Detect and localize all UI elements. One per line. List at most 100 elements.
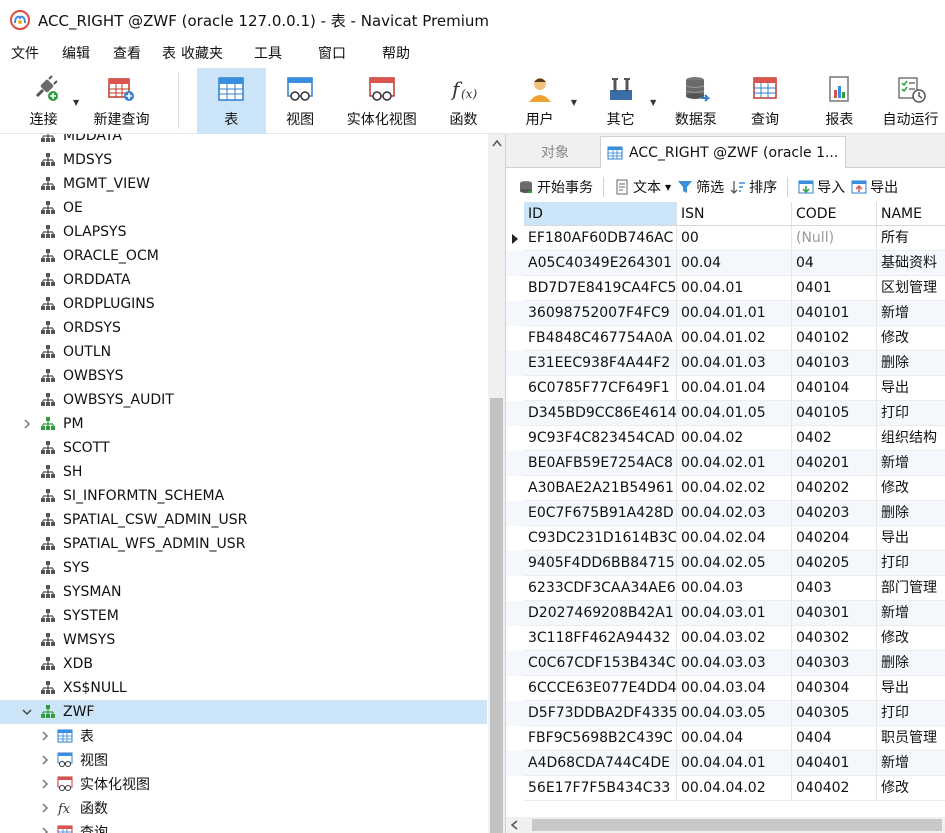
cell-code[interactable]: 0404 [792,726,877,751]
tree-item-schema[interactable]: OLAPSYS [0,220,487,244]
cell-name[interactable]: 部门管理 [877,576,945,601]
cell-id[interactable]: 3C118FF462A94432 [524,626,677,651]
cell-code[interactable]: 040401 [792,751,877,776]
row-indicator[interactable] [506,551,524,576]
menu-table[interactable]: 表 [152,40,181,68]
row-indicator[interactable] [506,776,524,801]
tree-item-schema[interactable]: SPATIAL_CSW_ADMIN_USR [0,508,487,532]
row-indicator[interactable] [506,451,524,476]
cell-code[interactable]: 040304 [792,676,877,701]
cell-name[interactable]: 删除 [877,501,945,526]
row-indicator[interactable] [506,426,524,451]
table-row[interactable]: A05C40349E264301 00.04 04 基础资料 [506,251,945,276]
tree-item-schema[interactable]: SPATIAL_WFS_ADMIN_USR [0,532,487,556]
cell-isn[interactable]: 00.04.04.01 [677,751,792,776]
table-row[interactable]: 6CCCE63E077E4DD4 00.04.03.04 040304 导出 [506,676,945,701]
tree-item-schema[interactable]: ORDDATA [0,268,487,292]
table-row[interactable]: A30BAE2A21B54961 00.04.02.02 040202 修改 [506,476,945,501]
new-query-button[interactable]: 新建查询 [83,68,160,134]
scrollbar-thumb[interactable] [532,819,942,831]
table-row[interactable]: 3C118FF462A94432 00.04.03.02 040302 修改 [506,626,945,651]
table-row[interactable]: 6C0785F77CF649F1 00.04.01.04 040104 导出 [506,376,945,401]
cell-code[interactable]: 040101 [792,301,877,326]
row-indicator[interactable] [506,676,524,701]
cell-id[interactable]: A30BAE2A21B54961 [524,476,677,501]
row-indicator[interactable] [506,701,524,726]
row-indicator[interactable] [506,251,524,276]
tree-item-schema[interactable]: OWBSYS [0,364,487,388]
row-indicator[interactable] [506,401,524,426]
cell-isn[interactable]: 00.04.02.05 [677,551,792,576]
tree-item-schema[interactable]: SYSMAN [0,580,487,604]
cell-code[interactable]: 040302 [792,626,877,651]
cell-code[interactable]: 040203 [792,501,877,526]
row-indicator[interactable] [506,501,524,526]
cell-isn[interactable]: 00.04.01 [677,276,792,301]
tree-item-schema[interactable]: MGMT_VIEW [0,172,487,196]
table-row[interactable]: D2027469208B42A1 00.04.03.01 040301 新增 [506,601,945,626]
table-row[interactable]: BD7D7E8419CA4FC5 00.04.01 0401 区划管理 [506,276,945,301]
cell-code[interactable]: 040402 [792,776,877,801]
table-row[interactable]: BE0AFB59E7254AC8 00.04.02.01 040201 新增 [506,451,945,476]
connect-dropdown-caret-icon[interactable]: ▼ [73,98,79,107]
cell-name[interactable]: 删除 [877,351,945,376]
chevron-right-icon[interactable] [38,801,52,815]
cell-id[interactable]: 9405F4DD6BB84715 [524,551,677,576]
tree-item-schema[interactable]: MDDATA [0,134,487,148]
column-header-id[interactable]: ID [524,202,677,226]
cell-id[interactable]: BD7D7E8419CA4FC5 [524,276,677,301]
report-button[interactable]: 报表 [811,68,868,134]
table-button[interactable]: 表 [196,68,266,134]
column-header-code[interactable]: CODE [792,202,877,226]
query-button[interactable]: 查询 [733,68,796,134]
row-indicator[interactable] [506,301,524,326]
cell-name[interactable]: 新增 [877,301,945,326]
chevron-right-icon[interactable] [20,417,34,431]
cell-isn[interactable]: 00.04.03 [677,576,792,601]
tree-item-schema[interactable]: WMSYS [0,628,487,652]
cell-name[interactable]: 删除 [877,651,945,676]
cell-isn[interactable]: 00.04.01.01 [677,301,792,326]
tree-item-schema[interactable]: OUTLN [0,340,487,364]
chevron-right-icon[interactable] [38,729,52,743]
cell-isn[interactable]: 00.04.04.02 [677,776,792,801]
row-indicator[interactable] [506,326,524,351]
cell-isn[interactable]: 00.04.03.01 [677,601,792,626]
table-row[interactable]: 9405F4DD6BB84715 00.04.02.05 040205 打印 [506,551,945,576]
cell-id[interactable]: D2027469208B42A1 [524,601,677,626]
cell-code[interactable]: 040104 [792,376,877,401]
cell-id[interactable]: BE0AFB59E7254AC8 [524,451,677,476]
cell-isn[interactable]: 00.04.03.05 [677,701,792,726]
row-indicator[interactable] [506,526,524,551]
cell-code[interactable]: 040303 [792,651,877,676]
table-row[interactable]: D5F73DDBA2DF4335 00.04.03.05 040305 打印 [506,701,945,726]
cell-isn[interactable]: 00.04.01.05 [677,401,792,426]
materialized-view-button[interactable]: 实体化视图 [341,68,423,134]
cell-isn[interactable]: 00.04.01.02 [677,326,792,351]
cell-isn[interactable]: 00.04.03.04 [677,676,792,701]
cell-isn[interactable]: 00.04.02.04 [677,526,792,551]
cell-code[interactable]: 0403 [792,576,877,601]
scroll-up-arrow-icon[interactable] [488,134,505,151]
cell-id[interactable]: D5F73DDBA2DF4335 [524,701,677,726]
cell-name[interactable]: 修改 [877,326,945,351]
tree-item-schema[interactable]: ORDPLUGINS [0,292,487,316]
table-row[interactable]: 9C93F4C823454CAD 00.04.02 0402 组织结构 [506,426,945,451]
cell-code[interactable]: (Null) [792,226,877,251]
cell-id[interactable]: 56E17F7F5B434C33 [524,776,677,801]
cell-id[interactable]: FBF9C5698B2C439C [524,726,677,751]
tab-objects[interactable]: 对象 [512,136,598,168]
export-button[interactable]: 导出 [851,177,898,197]
tree-item-schema[interactable]: ORDSYS [0,316,487,340]
object-tree[interactable]: MDDATA MDSYS MGMT_VIEW OE OLAPSYS ORACLE_OCM O… [0,134,505,833]
cell-name[interactable]: 新增 [877,751,945,776]
function-button[interactable]: f (x) 函数 [431,68,496,134]
tree-item-schema[interactable]: PM [0,412,487,436]
tree-item-schema[interactable]: SI_INFORMTN_SCHEMA [0,484,487,508]
tab-acc-right[interactable]: ACC_RIGHT @ZWF (oracle 1... [600,136,846,168]
cell-name[interactable]: 区划管理 [877,276,945,301]
cell-code[interactable]: 040201 [792,451,877,476]
auto-run-button[interactable]: 自动运行 [876,68,945,134]
cell-id[interactable]: E0C7F675B91A428D [524,501,677,526]
scrollbar-thumb[interactable] [490,398,503,833]
